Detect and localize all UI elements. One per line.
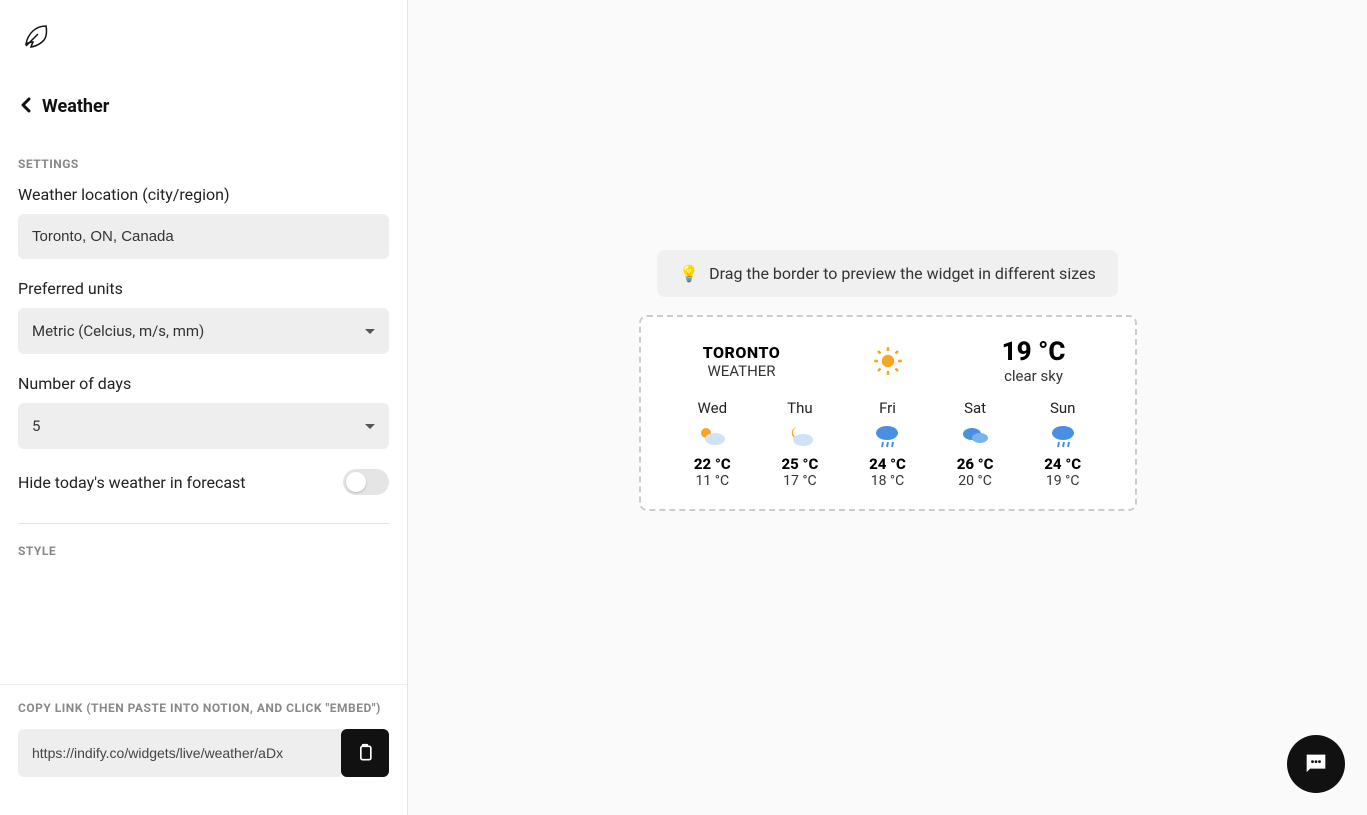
- forecast-day-name: Sun: [1019, 399, 1107, 417]
- hint-text: Drag the border to preview the widget in…: [709, 264, 1096, 283]
- forecast-day: Sun 24 °C19 °C: [1019, 399, 1107, 489]
- forecast-high: 26 °C: [931, 455, 1019, 473]
- city-subtitle: WEATHER: [669, 362, 815, 380]
- units-value: Metric (Celcius, m/s, mm): [32, 322, 204, 340]
- current-weather-icon: [815, 346, 961, 376]
- hide-today-row: Hide today's weather in forecast: [18, 469, 389, 495]
- units-label: Preferred units: [18, 279, 389, 298]
- units-select[interactable]: Metric (Celcius, m/s, mm): [18, 308, 389, 354]
- forecast-low: 11 °C: [669, 473, 757, 489]
- copy-link-section: COPY LINK (THEN PASTE INTO NOTION, AND C…: [0, 684, 407, 795]
- forecast-low: 17 °C: [756, 473, 844, 489]
- forecast-day: Fri 24 °C18 °C: [844, 399, 932, 489]
- forecast-day-name: Wed: [669, 399, 757, 417]
- current-desc: clear sky: [961, 367, 1107, 385]
- days-label: Number of days: [18, 374, 389, 393]
- forecast-high: 22 °C: [669, 455, 757, 473]
- divider: [18, 523, 389, 524]
- sidebar: Weather SETTINGS Weather location (city/…: [0, 0, 408, 815]
- forecast-low: 20 °C: [931, 473, 1019, 489]
- forecast-day: Sat 26 °C20 °C: [931, 399, 1019, 489]
- days-select[interactable]: 5: [18, 403, 389, 449]
- settings-section-label: SETTINGS: [18, 157, 389, 171]
- copy-row: [18, 729, 389, 777]
- feather-icon: [20, 20, 52, 52]
- hide-today-toggle[interactable]: [343, 469, 389, 495]
- current-temp-block: 19 °C clear sky: [961, 337, 1107, 385]
- copy-link-label: COPY LINK (THEN PASTE INTO NOTION, AND C…: [18, 701, 389, 715]
- forecast-high: 24 °C: [844, 455, 932, 473]
- header-row: Weather: [0, 76, 407, 137]
- chevron-down-icon: [365, 329, 375, 334]
- style-section-label: STYLE: [18, 544, 389, 558]
- settings-scroll[interactable]: SETTINGS Weather location (city/region) …: [0, 137, 407, 684]
- logo[interactable]: [0, 20, 407, 76]
- days-value: 5: [32, 417, 40, 435]
- forecast-day-name: Sat: [931, 399, 1019, 417]
- city-name: TORONTO: [669, 343, 815, 362]
- forecast-icon: [756, 421, 844, 451]
- forecast-icon: [931, 421, 1019, 451]
- forecast-icon: [1019, 421, 1107, 451]
- toggle-knob: [346, 472, 366, 492]
- page-title: Weather: [42, 96, 109, 117]
- hint-box: 💡 Drag the border to preview the widget …: [657, 250, 1118, 297]
- copy-button[interactable]: [341, 729, 389, 777]
- forecast-row: Wed22 °C11 °CThu25 °C17 °CFri24 °C18 °CS…: [669, 399, 1107, 489]
- clipboard-icon: [355, 743, 375, 763]
- forecast-day: Thu 25 °C17 °C: [756, 399, 844, 489]
- sun-icon: [873, 346, 903, 376]
- chevron-down-icon: [365, 424, 375, 429]
- forecast-icon: [669, 421, 757, 451]
- forecast-day: Wed 22 °C11 °C: [669, 399, 757, 489]
- location-input[interactable]: [18, 214, 389, 259]
- forecast-high: 25 °C: [756, 455, 844, 473]
- forecast-low: 18 °C: [844, 473, 932, 489]
- forecast-icon: [844, 421, 932, 451]
- hide-today-label: Hide today's weather in forecast: [18, 473, 246, 492]
- chat-fab[interactable]: [1287, 735, 1345, 793]
- forecast-low: 19 °C: [1019, 473, 1107, 489]
- forecast-day-name: Fri: [844, 399, 932, 417]
- chevron-left-icon: [20, 97, 32, 113]
- main-preview: 💡 Drag the border to preview the widget …: [408, 0, 1367, 815]
- current-temp: 19 °C: [961, 337, 1107, 367]
- location-label: Weather location (city/region): [18, 185, 389, 204]
- link-input[interactable]: [18, 729, 341, 777]
- back-button[interactable]: [20, 97, 32, 117]
- widget-header: TORONTO WEATHER 19 °C clear sky: [669, 337, 1107, 385]
- lightbulb-icon: 💡: [679, 264, 699, 283]
- forecast-high: 24 °C: [1019, 455, 1107, 473]
- city-block: TORONTO WEATHER: [669, 343, 815, 380]
- chat-icon: [1302, 750, 1330, 778]
- weather-widget[interactable]: TORONTO WEATHER 19 °C clear sky Wed 22 °C…: [639, 315, 1137, 511]
- forecast-day-name: Thu: [756, 399, 844, 417]
